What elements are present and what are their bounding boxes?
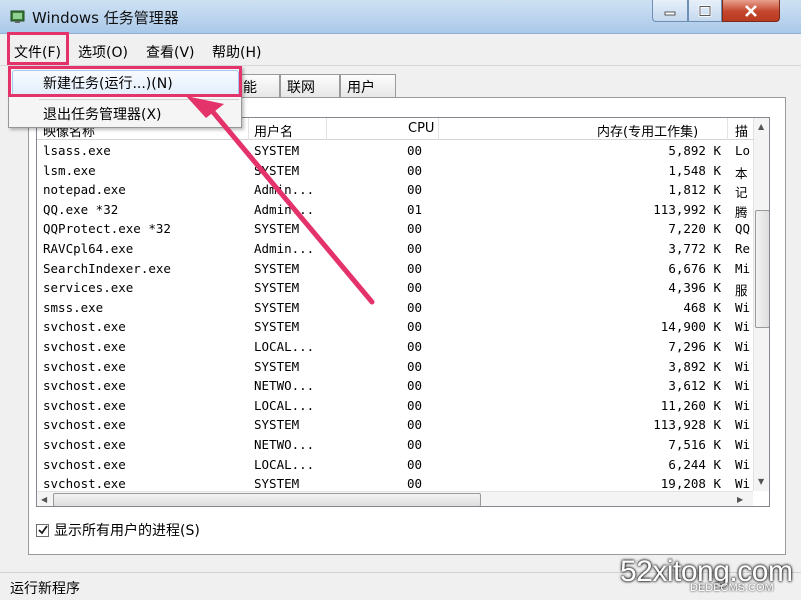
- watermark-subtext: DEDECMS.COM: [690, 582, 774, 594]
- annotation-arrow: [186, 96, 375, 305]
